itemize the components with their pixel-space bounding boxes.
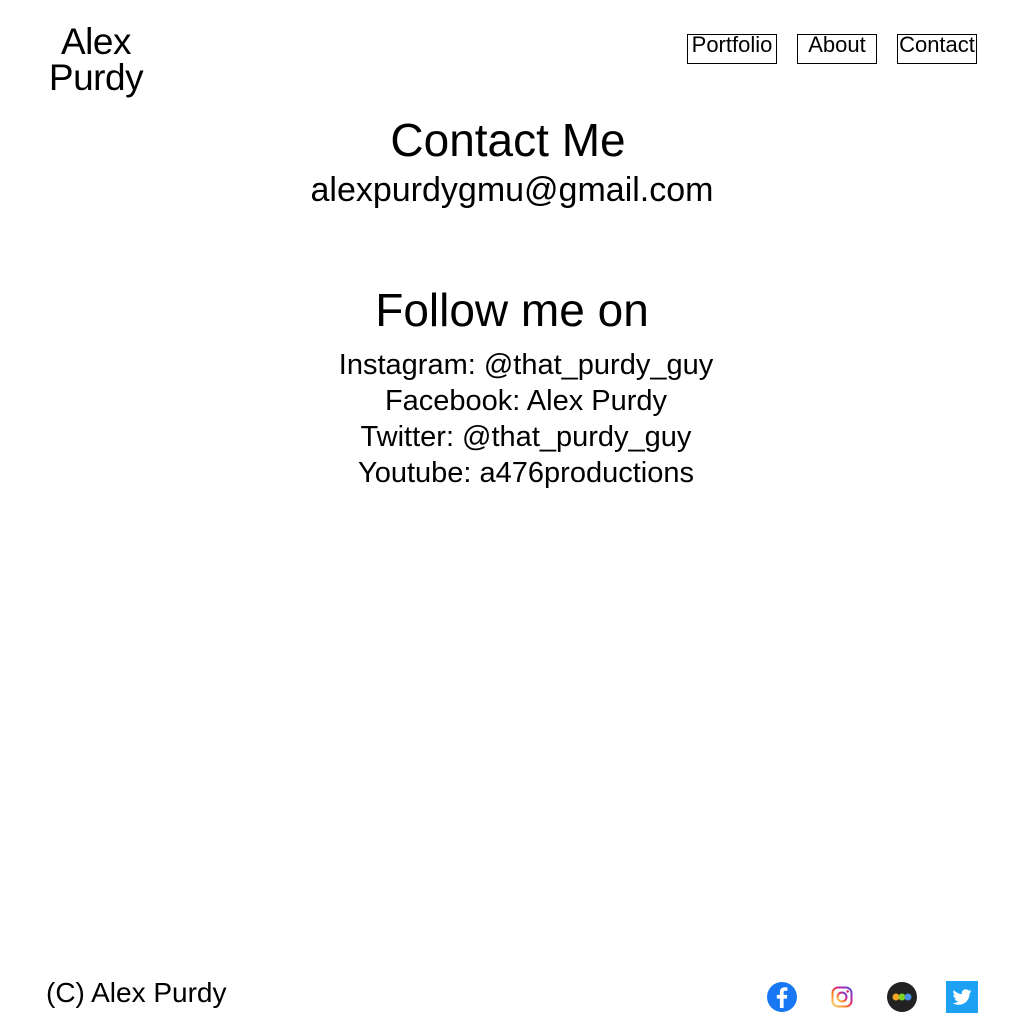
site-logo[interactable]: Alex Purdy	[44, 21, 148, 98]
nav-contact[interactable]: Contact	[897, 34, 977, 64]
social-youtube: Youtube: a476productions	[358, 457, 694, 489]
logo-first-name: Alex	[61, 21, 131, 62]
logo-last-name: Purdy	[48, 57, 144, 98]
social-twitter: Twitter: @that_purdy_guy	[360, 421, 692, 453]
instagram-icon[interactable]	[826, 981, 858, 1013]
medium-icon[interactable]	[886, 981, 918, 1013]
contact-email[interactable]: alexpurdygmu@gmail.com	[0, 170, 1024, 210]
twitter-icon[interactable]	[946, 981, 978, 1013]
follow-title: Follow me on	[375, 284, 649, 336]
facebook-icon[interactable]	[766, 981, 798, 1013]
social-instagram: Instagram: @that_purdy_guy	[338, 349, 714, 381]
contact-title: Contact Me	[390, 114, 626, 166]
nav-about[interactable]: About	[797, 34, 877, 64]
nav-portfolio[interactable]: Portfolio	[687, 34, 777, 64]
footer-copyright: (C) Alex Purdy	[46, 977, 227, 1008]
social-facebook: Facebook: Alex Purdy	[384, 385, 668, 417]
